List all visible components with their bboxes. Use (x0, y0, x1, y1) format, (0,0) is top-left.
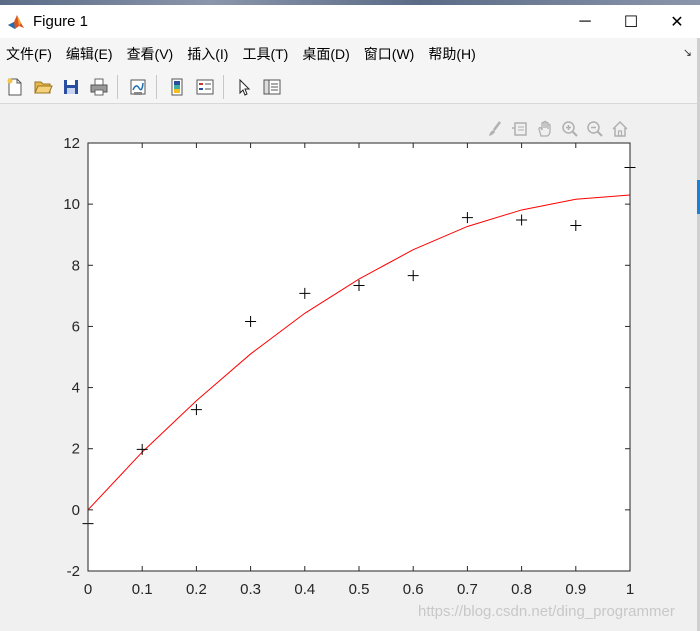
brush-icon[interactable] (482, 118, 507, 140)
menu-desktop[interactable]: 桌面(D) (295, 38, 356, 70)
new-figure-icon[interactable] (2, 74, 28, 100)
home-icon[interactable] (607, 118, 632, 140)
colorbar-icon[interactable] (164, 74, 190, 100)
matlab-logo-icon (5, 11, 27, 33)
legend-icon[interactable] (192, 74, 218, 100)
title-bar: Figure 1 ─ ☐ ✕ (0, 5, 700, 38)
window-title: Figure 1 (33, 13, 89, 30)
dock-arrow-icon[interactable]: ↘ (683, 46, 692, 59)
figure-toolbar (0, 70, 700, 104)
toolbar-separator (156, 74, 157, 99)
zoom-out-icon[interactable] (582, 118, 607, 140)
close-button[interactable]: ✕ (654, 5, 700, 38)
minimize-button[interactable]: ─ (562, 5, 608, 38)
zoom-in-icon[interactable] (557, 118, 582, 140)
menu-edit[interactable]: 编辑(E) (59, 38, 120, 70)
toolbar-separator (223, 74, 224, 99)
figure-canvas (0, 104, 700, 631)
menu-tools[interactable]: 工具(T) (235, 38, 295, 70)
axes-toolbar (482, 118, 632, 140)
data-tips-icon[interactable] (507, 118, 532, 140)
toolbar-separator (117, 74, 118, 99)
select-pointer-icon[interactable] (231, 74, 257, 100)
link-plot-icon[interactable] (125, 74, 151, 100)
print-icon[interactable] (86, 74, 112, 100)
menu-window[interactable]: 窗口(W) (357, 38, 422, 70)
menu-bar: 文件(F) 编辑(E) 查看(V) 插入(I) 工具(T) 桌面(D) 窗口(W… (0, 38, 700, 70)
save-icon[interactable] (58, 74, 84, 100)
open-file-icon[interactable] (30, 74, 56, 100)
maximize-button[interactable]: ☐ (608, 5, 654, 38)
menu-view[interactable]: 查看(V) (120, 38, 181, 70)
menu-help[interactable]: 帮助(H) (421, 38, 482, 70)
watermark: https://blog.csdn.net/ding_programmer (418, 603, 675, 620)
pan-icon[interactable] (532, 118, 557, 140)
menu-file[interactable]: 文件(F) (0, 38, 59, 70)
property-editor-icon[interactable] (259, 74, 285, 100)
menu-insert[interactable]: 插入(I) (180, 38, 235, 70)
